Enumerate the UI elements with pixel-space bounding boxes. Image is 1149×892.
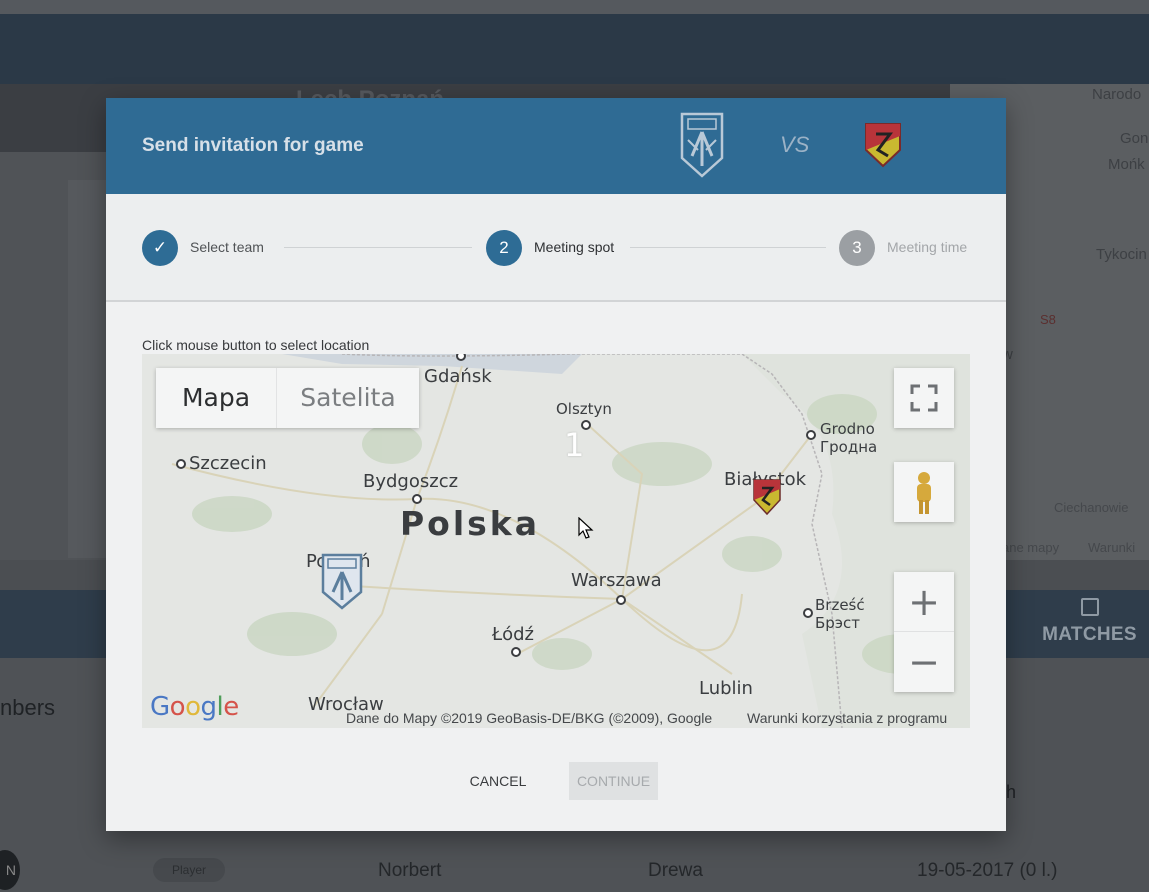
fullscreen-button[interactable] xyxy=(894,368,954,428)
map-type-satelita-button[interactable]: Satelita xyxy=(276,368,419,428)
step-number: 3 xyxy=(839,230,875,266)
bg-map-label: Warunki xyxy=(1088,540,1136,555)
app-header xyxy=(0,14,1149,84)
location-map[interactable]: Gdańsk Olsztyn Grodno Гродна Szczecin By… xyxy=(142,354,970,728)
city-dot xyxy=(803,608,813,618)
zoom-control: + − xyxy=(894,572,954,692)
pegman-icon xyxy=(917,472,931,514)
tab-matches[interactable]: MATCHES xyxy=(1030,590,1149,658)
step-label: Select team xyxy=(190,239,264,255)
city-label: Gdańsk xyxy=(424,366,492,387)
app-top-strip xyxy=(0,0,1149,14)
bg-map-label: Ciechanowie xyxy=(1054,500,1129,515)
city-dot xyxy=(412,494,422,504)
bg-map-label: Mońk xyxy=(1108,156,1145,173)
google-logo-letter: o xyxy=(169,692,186,722)
table-row[interactable]: N Player Norbert Drewa 19-05-2017 (0 l.) xyxy=(0,850,1149,892)
lech-poznan-map-marker-icon[interactable] xyxy=(320,552,364,610)
vs-label: VS xyxy=(780,132,810,157)
bg-map-label: Narodo xyxy=(1092,86,1142,103)
avatar: N xyxy=(0,850,20,890)
column-header: h xyxy=(1006,782,1017,802)
step-done-check-icon: ✓ xyxy=(142,230,178,266)
dialog-title: Send invitation for game xyxy=(142,135,364,156)
calendar-icon xyxy=(1080,598,1099,616)
google-logo-letter: g xyxy=(200,692,218,722)
tab-matches-label: MATCHES xyxy=(1042,624,1137,645)
jagiellonia-map-marker-icon[interactable] xyxy=(752,478,782,516)
step-number: 2 xyxy=(486,230,522,266)
city-dot xyxy=(176,459,186,469)
bg-map-label: Tykocin xyxy=(1096,246,1147,263)
marker-cluster-count[interactable]: 1 xyxy=(564,426,584,464)
google-logo-letter: o xyxy=(185,692,201,722)
bg-map-label: ane mapy xyxy=(1002,540,1060,555)
lech-poznan-crest-icon xyxy=(680,112,724,178)
city-label: Брэст xyxy=(815,614,861,632)
fullscreen-icon xyxy=(910,384,938,412)
step-label: Meeting time xyxy=(887,239,968,255)
step-connector xyxy=(284,247,472,248)
city-label: Warszawa xyxy=(571,570,662,591)
city-label: Lublin xyxy=(699,678,753,699)
members-heading: nbers xyxy=(0,695,56,720)
city-dot xyxy=(511,647,521,657)
continue-button[interactable]: CONTINUE xyxy=(569,762,658,800)
birth-date-cell: 19-05-2017 (0 l.) xyxy=(917,860,1058,881)
first-name-cell: Norbert xyxy=(378,860,442,881)
city-label: Brześć xyxy=(815,596,865,614)
step-connector xyxy=(630,247,826,248)
cancel-button[interactable]: CANCEL xyxy=(458,762,538,800)
dialog-header: Send invitation for game VS xyxy=(106,98,1006,194)
step-label: Meeting spot xyxy=(534,239,615,255)
google-logo: Google xyxy=(150,692,239,722)
zoom-out-button[interactable]: − xyxy=(894,632,954,692)
map-type-mapa-button[interactable]: Mapa xyxy=(156,368,276,428)
zoom-in-button[interactable]: + xyxy=(894,572,954,632)
google-logo-letter: e xyxy=(223,692,239,722)
mouse-cursor-icon xyxy=(578,517,594,539)
street-view-pegman-button[interactable] xyxy=(894,462,954,522)
map-data-credit: Dane do Mapy ©2019 GeoBasis-DE/BKG (©200… xyxy=(346,710,713,726)
city-label: Łódź xyxy=(492,624,535,645)
role-chip: Player xyxy=(153,858,225,882)
last-name-cell: Drewa xyxy=(648,860,703,881)
jagiellonia-crest-icon xyxy=(865,123,901,168)
city-label: Szczecin xyxy=(189,453,267,474)
city-label: Гродна xyxy=(820,438,878,456)
stepper: ✓ Select team 2 Meeting spot 3 Meeting t… xyxy=(106,194,1006,302)
map-type-control: Mapa Satelita xyxy=(156,368,419,428)
bg-map-label: S8 xyxy=(1040,312,1056,327)
country-label: Polska xyxy=(400,504,541,543)
city-label: Bydgoszcz xyxy=(363,471,459,492)
invitation-dialog: Send invitation for game VS ✓ Select tea… xyxy=(106,98,1006,831)
city-dot xyxy=(806,430,816,440)
map-attribution: Dane do Mapy ©2019 GeoBasis-DE/BKG (©200… xyxy=(342,709,970,728)
bg-map-label: Gon xyxy=(1120,130,1149,147)
map-hint: Click mouse button to select location xyxy=(142,337,370,353)
map-terms-link[interactable]: Warunki korzystania z programu xyxy=(747,710,947,726)
dialog-actions: CANCEL CONTINUE xyxy=(106,762,1006,800)
city-dot xyxy=(616,595,626,605)
city-label: Olsztyn xyxy=(556,400,612,418)
city-label: Grodno xyxy=(820,420,875,438)
google-logo-letter: G xyxy=(150,692,170,722)
